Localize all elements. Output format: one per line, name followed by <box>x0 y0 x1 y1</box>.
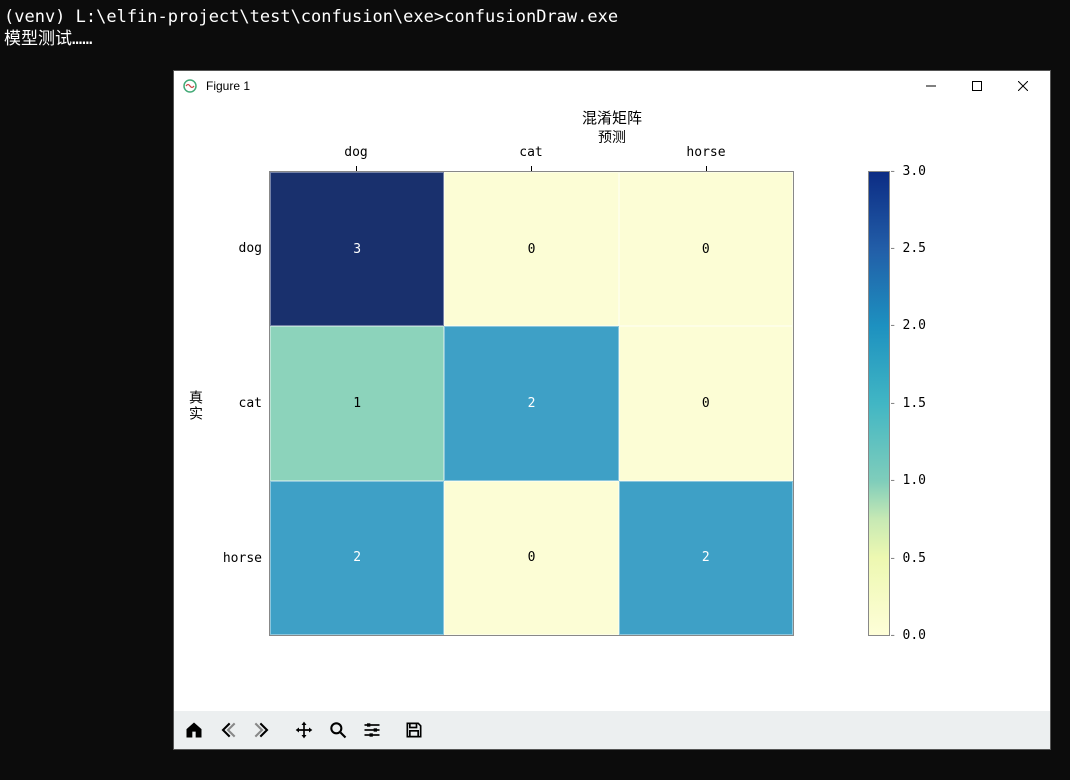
cell-0-0: 3 <box>270 172 444 326</box>
cell-2-1: 0 <box>444 481 618 635</box>
colorbar-tick-0: 3.0 <box>889 164 926 179</box>
colorbar-tick-6: 0.0 <box>889 628 926 643</box>
row-label-1: cat <box>202 396 262 411</box>
cell-1-2: 0 <box>619 326 793 480</box>
terminal-line-2: 模型测试…… <box>4 28 1066 50</box>
titlebar: Figure 1 <box>174 71 1050 101</box>
zoom-icon[interactable] <box>322 714 354 746</box>
terminal-output: (venv) L:\elfin-project\test\confusion\e… <box>0 0 1070 56</box>
back-icon[interactable] <box>212 714 244 746</box>
configure-icon[interactable] <box>356 714 388 746</box>
colorbar-tick-2: 2.0 <box>889 318 926 333</box>
chart-container: 混淆矩阵 预测 真实 dog cat horse dog cat horse 3… <box>174 101 1050 711</box>
confusion-matrix: 3 0 0 1 2 0 2 0 2 <box>269 171 794 636</box>
maximize-button[interactable] <box>954 71 1000 101</box>
cell-1-1: 2 <box>444 326 618 480</box>
plot-area: 混淆矩阵 预测 真实 dog cat horse dog cat horse 3… <box>174 101 1050 711</box>
pan-icon[interactable] <box>288 714 320 746</box>
terminal-line-1: (venv) L:\elfin-project\test\confusion\e… <box>4 6 1066 28</box>
plot-xlabel: 预测 <box>174 127 1050 147</box>
cell-2-0: 2 <box>270 481 444 635</box>
window-controls <box>908 71 1046 101</box>
colorbar-tick-3: 1.5 <box>889 396 926 411</box>
cell-0-1: 0 <box>444 172 618 326</box>
colorbar-tick-5: 0.5 <box>889 551 926 566</box>
home-icon[interactable] <box>178 714 210 746</box>
colorbar-tick-1: 2.5 <box>889 241 926 256</box>
colorbar <box>868 171 890 636</box>
row-label-2: horse <box>202 551 262 566</box>
matplotlib-toolbar <box>174 711 1050 749</box>
col-label-2: horse <box>676 145 736 160</box>
save-icon[interactable] <box>398 714 430 746</box>
figure-window: Figure 1 混淆矩阵 预测 真实 dog cat horse <box>173 70 1051 750</box>
plot-title: 混淆矩阵 <box>174 107 1050 128</box>
col-label-0: dog <box>326 145 386 160</box>
row-label-0: dog <box>202 241 262 256</box>
cell-2-2: 2 <box>619 481 793 635</box>
close-button[interactable] <box>1000 71 1046 101</box>
app-icon <box>182 78 198 94</box>
cell-0-2: 0 <box>619 172 793 326</box>
forward-icon[interactable] <box>246 714 278 746</box>
window-title: Figure 1 <box>206 79 908 93</box>
plot-ylabel: 真实 <box>184 390 204 422</box>
minimize-button[interactable] <box>908 71 954 101</box>
col-label-1: cat <box>501 145 561 160</box>
colorbar-tick-4: 1.0 <box>889 473 926 488</box>
cell-1-0: 1 <box>270 326 444 480</box>
